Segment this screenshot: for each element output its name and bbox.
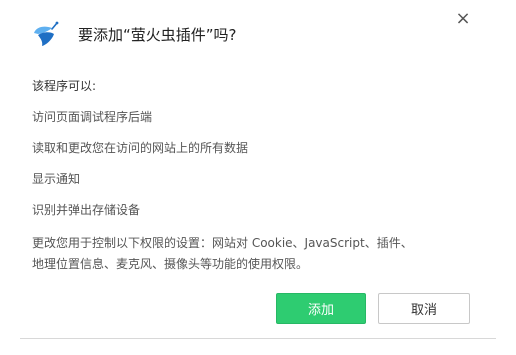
permission-item-storage: 识别并弹出存储设备 bbox=[32, 203, 141, 217]
permissions-heading: 该程序可以: bbox=[32, 79, 97, 93]
dialog-header: 要添加“萤火虫插件”吗? bbox=[30, 18, 237, 50]
extension-install-dialog: 要添加“萤火虫插件”吗? × 该程序可以: 访问页面调试程序后端 读取和更改您在… bbox=[0, 0, 516, 355]
dialog-title: 要添加“萤火虫插件”吗? bbox=[78, 25, 237, 44]
divider bbox=[20, 338, 496, 339]
permission-item-notifications: 显示通知 bbox=[32, 172, 81, 186]
close-icon[interactable]: × bbox=[454, 10, 472, 28]
add-button[interactable]: 添加 bbox=[276, 293, 366, 324]
firefly-extension-icon bbox=[30, 19, 60, 49]
permission-item-site-data: 读取和更改您在访问的网站上的所有数据 bbox=[32, 141, 249, 155]
permissions-section: 该程序可以: 访问页面调试程序后端 读取和更改您在访问的网站上的所有数据 显示通… bbox=[32, 78, 482, 275]
cancel-button[interactable]: 取消 bbox=[378, 293, 470, 324]
permission-settings-note: 更改您用于控制以下权限的设置：网站对 Cookie、JavaScript、插件、… bbox=[32, 236, 413, 271]
permission-item-debugger: 访问页面调试程序后端 bbox=[32, 110, 153, 124]
dialog-buttons: 添加 取消 bbox=[276, 293, 470, 324]
